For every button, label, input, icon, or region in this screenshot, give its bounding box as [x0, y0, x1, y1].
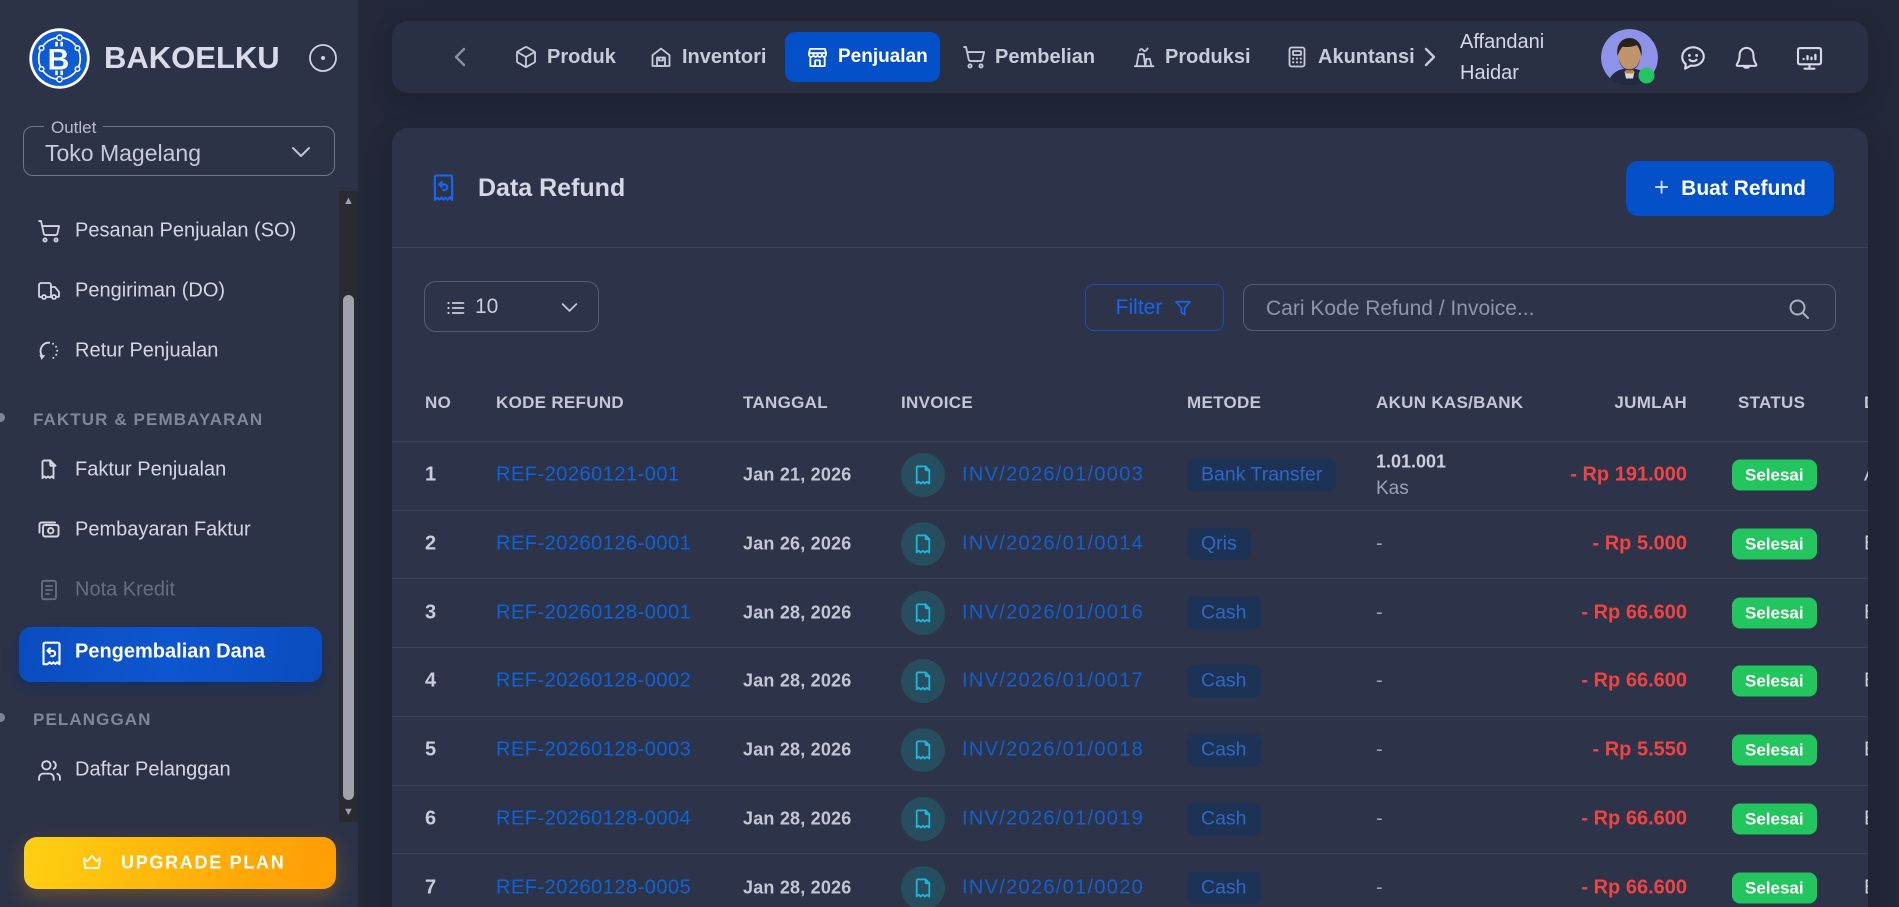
- svg-text:B: B: [48, 44, 70, 77]
